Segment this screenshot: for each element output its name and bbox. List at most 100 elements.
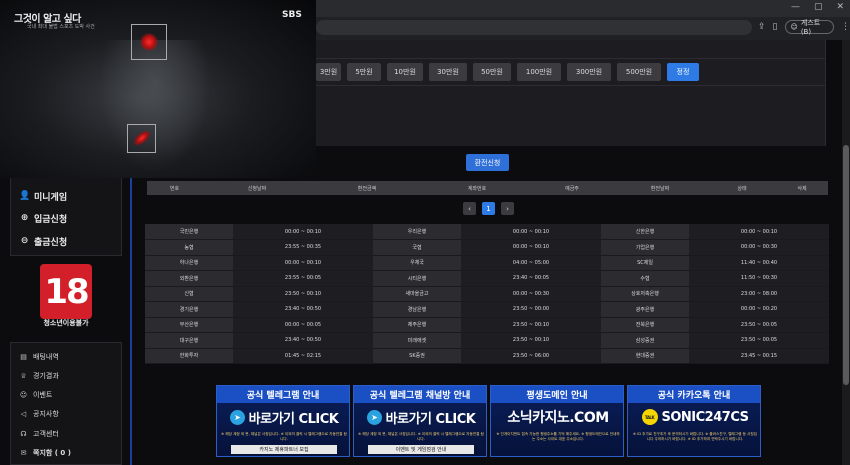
sidebar-item-label: 배팅내역 — [33, 353, 59, 361]
sidebar-item-label: 이벤트 — [33, 391, 53, 399]
maintenance-time: 00:00 ~ 00:30 — [689, 239, 829, 256]
maintenance-time: 23:50 ~ 00:00 — [461, 301, 601, 318]
sidepanel-icon[interactable]: ▯ — [773, 22, 778, 32]
column-header: 신청날짜 — [247, 185, 267, 192]
amount-button-5m[interactable]: 500만원 — [617, 63, 661, 81]
maintenance-time: 23:50 ~ 00:05 — [689, 332, 829, 349]
banner-footer[interactable]: 카지노 제휴파트너 모집 — [231, 445, 337, 454]
sidebar-item-event[interactable]: ☺ 이벤트 — [19, 390, 52, 400]
banner-link-text: SONIC247CS — [661, 409, 749, 425]
mail-icon: ✉ — [20, 449, 27, 457]
sidebar-item-minigame[interactable]: 👤 미니게임 — [19, 190, 67, 203]
divider — [316, 58, 826, 59]
sidebar-item-notice[interactable]: ◁ 공지사항 — [19, 409, 59, 419]
banner-note: ※ 인게이지먼트 접속 가능한 평생주소를 기억 해주세요. ※ 평생도메인으로… — [496, 432, 620, 441]
headset-icon: ☊ — [20, 430, 27, 438]
amount-button-3m[interactable]: 300만원 — [567, 63, 611, 81]
heart-highlight — [131, 24, 167, 60]
sidebar-item-withdraw[interactable]: ⊖ 출금신청 — [19, 235, 67, 248]
maintenance-time: 00:00 ~ 00:10 — [689, 224, 829, 240]
prev-page-icon[interactable]: ‹ — [463, 202, 476, 215]
list-icon: ▤ — [20, 353, 27, 361]
more-icon[interactable]: ⋮ — [841, 22, 850, 32]
column-header: 삭제 — [797, 185, 807, 192]
history-table-header: 번호 신청날짜 환전금액 계좌번호 예금주 환전날짜 상태 삭제 — [147, 181, 828, 195]
bank-name: 광주은행 — [601, 301, 689, 318]
banner-link-text: 바로가기 CLICK — [248, 411, 339, 427]
sidebar-links: ▤ 배팅내역 ♕ 경기결과 ☺ 이벤트 ◁ 공지사항 ☊ 고객센터 ✉ 쪽지함 … — [10, 342, 122, 465]
sidebar-item-bet-history[interactable]: ▤ 배팅내역 — [19, 352, 59, 362]
minimize-icon[interactable]: — — [791, 2, 800, 12]
column-header: 환전날짜 — [650, 185, 670, 192]
telegram-banner[interactable]: 공식 텔레그램 안내 ➤ 바로가기 CLICK ※ 해당 계정 외 봇, 채널은… — [216, 385, 350, 457]
bank-name: SK증권 — [373, 348, 461, 364]
banner-heading: 공식 텔레그램 채널방 안내 — [354, 386, 486, 403]
telegram-channel-banner[interactable]: 공식 텔레그램 채널방 안내 ➤ 바로가기 CLICK ※ 해당 계정 외 봇,… — [353, 385, 487, 457]
sidebar-item-label: 경기결과 — [33, 372, 59, 380]
bank-name: 새마을금고 — [373, 286, 461, 302]
bank-row: 농협 23:55 ~ 00:35 국협 00:00 ~ 00:10 기업은행 00:00 … — [145, 239, 829, 256]
share-icon[interactable]: ⇪ — [758, 22, 766, 32]
bank-name: 우리은행 — [373, 224, 461, 240]
domain-banner[interactable]: 평생도메인 안내 소닉카지노.COM ※ 인게이지먼트 접속 가능한 평생주소를… — [490, 385, 624, 457]
sidebar-menu: 👤 미니게임 ⊕ 입금신청 ⊖ 출금신청 — [10, 178, 122, 256]
maintenance-time: 00:00 ~ 00:20 — [689, 301, 829, 318]
sidebar-item-label: 입금신청 — [34, 215, 68, 225]
window-controls: — ▢ ✕ — [791, 2, 844, 12]
maintenance-time: 00:00 ~ 00:05 — [233, 317, 373, 333]
pip-video[interactable]: 그것이 알고 싶다 국내 최대 불법 스포츠 도박 사건 SBS — [0, 0, 316, 178]
banner-footer[interactable]: 이벤트 및 게임점검 안내 — [368, 445, 474, 454]
banner-link-text: 바로가기 CLICK — [385, 411, 476, 427]
kakaotalk-icon: TALK — [641, 409, 658, 425]
maintenance-time: 00:00 ~ 00:30 — [461, 286, 601, 302]
sidebar-item-support[interactable]: ☊ 고객센터 — [19, 429, 58, 439]
amount-button-300k[interactable]: 30만원 — [429, 63, 467, 81]
column-header: 예금주 — [565, 185, 579, 192]
close-icon[interactable]: ✕ — [836, 2, 844, 12]
banner-note: ※ 해당 계정 외 봇, 채널은 사칭입니다. ※ 이외의 클릭 시 텔레그램으… — [358, 432, 484, 441]
user-icon: ☺ — [790, 23, 798, 31]
next-page-icon[interactable]: › — [501, 202, 514, 215]
maintenance-time: 00:00 ~ 00:10 — [233, 224, 373, 240]
amount-button-50k[interactable]: 5만원 — [347, 63, 381, 81]
bank-row: 외환은행 23:55 ~ 00:05 시티은행 23:40 ~ 00:05 수협 11:5… — [145, 270, 829, 287]
amount-button-30k[interactable]: 3만원 — [316, 63, 341, 81]
page-button[interactable]: 1 — [482, 202, 495, 215]
banner-link: TALK SONIC247CS — [628, 406, 760, 428]
profile-label: 게스트(B) — [800, 19, 821, 36]
amount-button-100k[interactable]: 10만원 — [387, 63, 423, 81]
bank-name: 하나은행 — [145, 255, 233, 271]
address-bar[interactable] — [316, 20, 752, 35]
banner-link: ➤ 바로가기 CLICK — [217, 406, 349, 428]
trophy-icon: ♕ — [20, 372, 27, 380]
sidebar-item-results[interactable]: ♕ 경기결과 — [19, 371, 59, 381]
bank-name: 제주은행 — [373, 317, 461, 333]
bank-name: 부산은행 — [145, 317, 233, 333]
amount-button-500k[interactable]: 50만원 — [473, 63, 511, 81]
amount-button-1m[interactable]: 100만원 — [517, 63, 561, 81]
maintenance-time: 23:00 ~ 08:00 — [689, 286, 829, 302]
banner-note: ※ 해당 계정 외 봇, 채널은 사칭입니다. ※ 이외의 클릭 시 텔레그램으… — [221, 432, 347, 441]
scrollbar-thumb[interactable] — [843, 145, 849, 385]
maintenance-time: 23:45 ~ 00:15 — [689, 348, 829, 364]
sidebar-item-inbox[interactable]: ✉ 쪽지함 ( 0 ) — [19, 448, 71, 458]
withdraw-apply-button[interactable]: 환전신청 — [466, 154, 509, 171]
profile-button[interactable]: ☺ 게스트(B) — [784, 19, 834, 36]
bank-name: 수협 — [601, 270, 689, 287]
bank-name: 삼성증권 — [601, 332, 689, 349]
bank-name: 시티은행 — [373, 270, 461, 287]
bank-name: 농협 — [145, 239, 233, 256]
megaphone-icon: ◁ — [20, 410, 27, 418]
bank-maintenance-table: 국민은행 00:00 ~ 00:10 우리은행 00:00 ~ 00:10 신한은행 00… — [145, 224, 829, 364]
maximize-icon[interactable]: ▢ — [814, 2, 823, 12]
banner-note: ※ ID 추가로 친구추가 후 문의하시기 바랍니다. ※ 플러스친구, 텔레그… — [633, 432, 757, 441]
reset-button[interactable]: 정정 — [667, 63, 699, 81]
person-icon: 👤 — [19, 191, 31, 201]
maintenance-time: 04:00 ~ 05:00 — [461, 255, 601, 271]
browser-actions: ⇪ ▯ ☺ 게스트(B) ⋮ — [758, 19, 850, 36]
kakaotalk-banner[interactable]: 공식 카카오톡 안내 TALK SONIC247CS ※ ID 추가로 친구추가… — [627, 385, 761, 457]
video-subtitle: 국내 최대 불법 스포츠 도박 사건 — [27, 24, 95, 30]
sidebar-item-deposit[interactable]: ⊕ 입금신청 — [19, 212, 67, 225]
amount-input-area[interactable] — [316, 90, 826, 142]
arm-highlight — [127, 124, 156, 153]
